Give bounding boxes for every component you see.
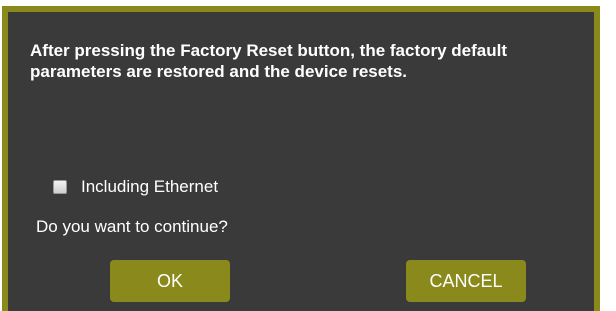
including-ethernet-checkbox[interactable]	[53, 180, 67, 194]
continue-question: Do you want to continue?	[36, 217, 228, 236]
factory-reset-dialog: After pressing the Factory Reset button,…	[2, 6, 600, 311]
dialog-message: After pressing the Factory Reset button,…	[30, 41, 508, 81]
including-ethernet-label[interactable]: Including Ethernet	[81, 177, 218, 197]
ok-button[interactable]: OK	[110, 260, 230, 302]
cancel-button[interactable]: CANCEL	[406, 260, 526, 302]
including-ethernet-option[interactable]: Including Ethernet	[53, 177, 218, 197]
